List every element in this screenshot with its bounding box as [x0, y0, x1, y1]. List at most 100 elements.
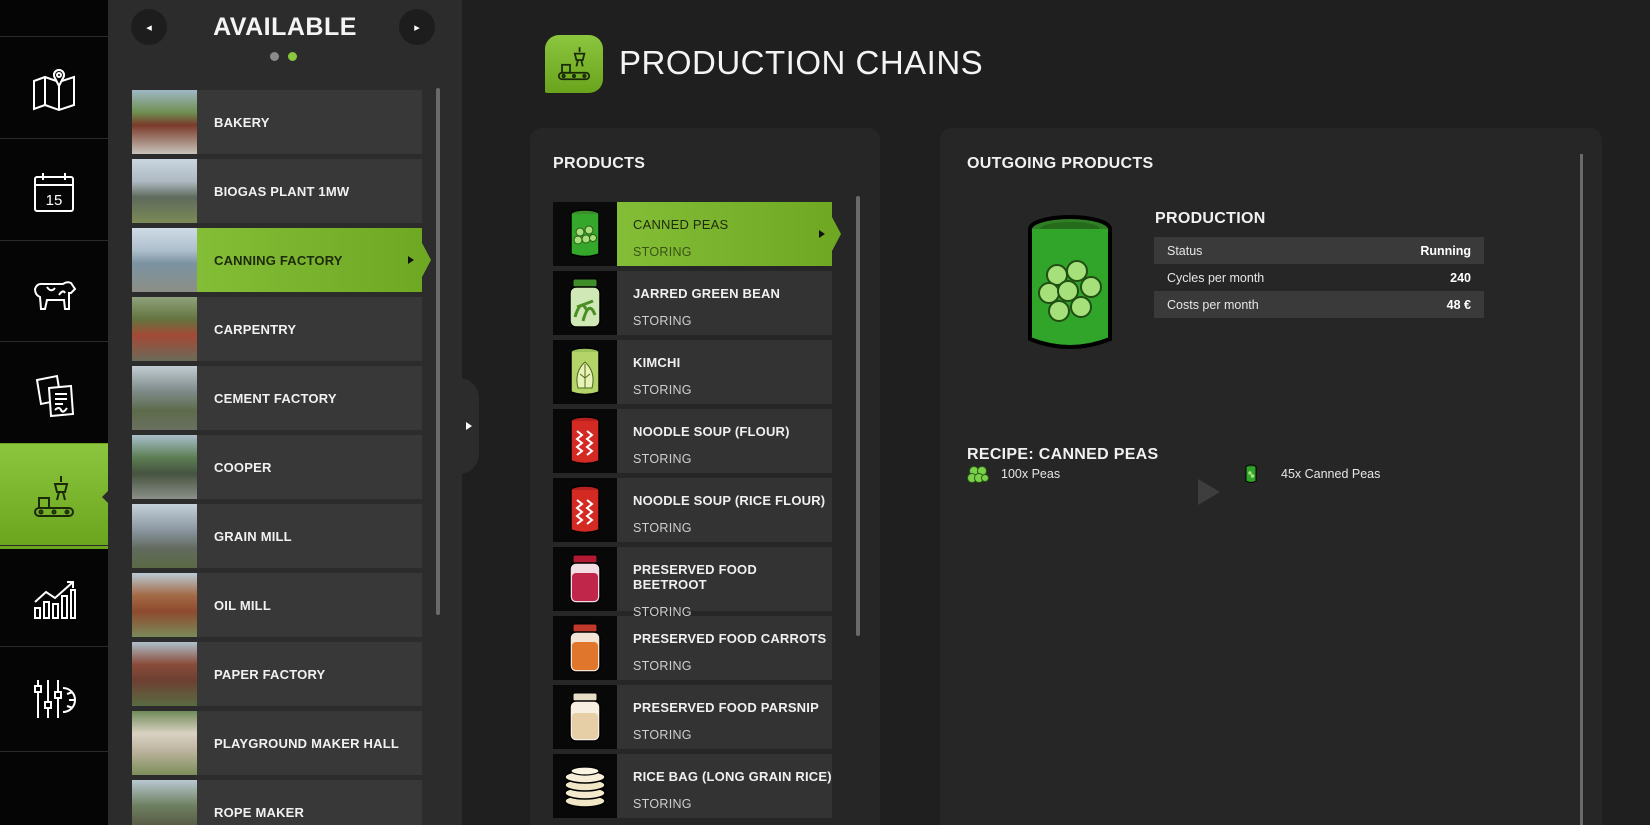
canned-peas-icon — [1245, 464, 1257, 483]
facility-item[interactable]: PAPER FACTORY — [132, 642, 422, 706]
facility-name: BIOGAS PLANT 1MW — [214, 183, 350, 199]
facility-thumbnail — [132, 366, 197, 430]
kimchi-icon — [570, 347, 600, 396]
facility-thumbnail — [132, 780, 197, 825]
selection-notch — [422, 243, 431, 277]
product-icon-box — [553, 616, 617, 680]
map-icon — [33, 68, 75, 111]
product-item[interactable]: PRESERVED FOOD BEETROOT STORING — [553, 547, 832, 619]
noodle-soup-icon — [570, 485, 600, 534]
stat-label: Status — [1167, 243, 1203, 258]
contracts-icon — [35, 374, 75, 417]
chevron-right-icon — [408, 256, 414, 264]
product-name: KIMCHI — [633, 355, 681, 370]
facility-item-active[interactable]: CANNING FACTORY — [132, 228, 431, 292]
nav-animals[interactable] — [0, 240, 108, 346]
facility-list-scrollbar[interactable] — [436, 88, 440, 615]
facility-item[interactable]: BAKERY — [132, 90, 422, 154]
product-status: STORING — [633, 245, 692, 259]
outgoing-products-panel: OUTGOING PRODUCTS PRODUCTION Status Runn… — [940, 128, 1602, 825]
stat-label: Cycles per month — [1167, 270, 1265, 285]
facility-name: ROPE MAKER — [214, 804, 305, 820]
preserved-beetroot-icon — [569, 554, 601, 604]
product-name: PRESERVED FOOD BEETROOT — [633, 562, 757, 592]
facility-name: CARPENTRY — [214, 321, 297, 337]
nav-settings[interactable] — [0, 646, 108, 752]
nav-production[interactable] — [0, 443, 109, 549]
products-panel: PRODUCTS CANNED PEAS STORING JARRED GREE… — [530, 128, 880, 825]
preserved-parsnip-icon — [569, 692, 601, 742]
jarred-green-bean-icon — [569, 278, 601, 328]
production-chains-icon — [545, 35, 603, 93]
selection-notch — [832, 217, 841, 251]
outgoing-products-title: OUTGOING PRODUCTS — [967, 155, 1154, 172]
product-name: NOODLE SOUP (FLOUR) — [633, 424, 790, 439]
rice-bag-icon — [564, 766, 606, 808]
production-icon — [34, 475, 74, 517]
facility-item[interactable]: GRAIN MILL — [132, 504, 422, 568]
next-page-button[interactable]: ▸ — [399, 9, 435, 45]
nav-map[interactable] — [0, 36, 108, 142]
production-title: PRODUCTION — [1155, 210, 1266, 227]
navigation-rail: 15 — [0, 0, 109, 825]
nav-statistics[interactable] — [0, 545, 108, 651]
facility-item[interactable]: BIOGAS PLANT 1MW — [132, 159, 422, 223]
page-dot[interactable] — [270, 52, 279, 61]
facility-name: BAKERY — [214, 114, 270, 130]
facility-name: PAPER FACTORY — [214, 666, 326, 682]
facility-name: COOPER — [214, 459, 272, 475]
product-item[interactable]: NOODLE SOUP (FLOUR) STORING — [553, 409, 832, 473]
product-item-active[interactable]: CANNED PEAS STORING — [553, 202, 841, 266]
recipe-input-label: 100x Peas — [1001, 467, 1061, 481]
production-cycles-row: Cycles per month 240 — [1154, 264, 1484, 291]
production-costs-row: Costs per month 48 € — [1154, 291, 1484, 318]
product-icon-box — [553, 754, 617, 818]
facility-item[interactable]: OIL MILL — [132, 573, 422, 637]
stat-value: 240 — [1450, 270, 1471, 285]
page-title: PRODUCTION CHAINS — [619, 44, 984, 81]
product-item[interactable]: JARRED GREEN BEAN STORING — [553, 271, 832, 335]
product-item[interactable]: NOODLE SOUP (RICE FLOUR) STORING — [553, 478, 832, 542]
page-dot-active[interactable] — [288, 52, 297, 61]
nav-contracts[interactable] — [0, 341, 108, 447]
chevron-right-icon — [819, 230, 825, 238]
cow-icon — [33, 280, 77, 310]
facility-thumbnail — [132, 228, 197, 292]
products-scrollbar[interactable] — [856, 196, 860, 636]
recipe-title: RECIPE: CANNED PEAS — [967, 446, 1159, 463]
outgoing-scrollbar[interactable] — [1580, 154, 1583, 825]
stat-label: Costs per month — [1167, 297, 1259, 312]
facility-item[interactable]: CEMENT FACTORY — [132, 366, 422, 430]
facility-thumbnail — [132, 90, 197, 154]
stat-value: 48 € — [1446, 297, 1471, 312]
production-status-row: Status Running — [1154, 237, 1484, 264]
facility-item[interactable]: CARPENTRY — [132, 297, 422, 361]
available-panel: ◂ AVAILABLE ▸ BAKERY BIOGAS PLANT 1MW CA… — [108, 0, 462, 825]
facility-name: CANNING FACTORY — [214, 252, 343, 268]
products-title: PRODUCTS — [553, 155, 646, 172]
recipe-output: 45x Canned Peas — [1245, 464, 1380, 484]
product-icon-box — [553, 685, 617, 749]
product-name: RICE BAG (LONG GRAIN RICE) — [633, 769, 832, 784]
facility-item[interactable]: ROPE MAKER — [132, 780, 422, 825]
product-name: PRESERVED FOOD CARROTS — [633, 631, 827, 646]
canned-peas-icon — [570, 209, 600, 258]
facility-thumbnail — [132, 159, 197, 223]
facility-item[interactable]: PLAYGROUND MAKER HALL — [132, 711, 422, 775]
facility-thumbnail — [132, 573, 197, 637]
product-item[interactable]: KIMCHI STORING — [553, 340, 832, 404]
product-item[interactable]: PRESERVED FOOD PARSNIP STORING — [553, 685, 832, 749]
facility-item[interactable]: COOPER — [132, 435, 422, 499]
product-item[interactable]: PRESERVED FOOD CARROTS STORING — [553, 616, 832, 680]
product-icon-box — [553, 271, 617, 335]
statistics-icon — [34, 580, 76, 619]
facility-thumbnail — [132, 504, 197, 568]
product-item[interactable]: RICE BAG (LONG GRAIN RICE) STORING — [553, 754, 832, 818]
facility-name: OIL MILL — [214, 597, 271, 613]
product-status: STORING — [633, 383, 692, 397]
collapse-panel-button[interactable] — [459, 378, 479, 474]
calendar-icon: 15 — [34, 172, 74, 212]
facility-thumbnail — [132, 435, 197, 499]
nav-calendar[interactable]: 15 — [0, 138, 108, 244]
product-status: STORING — [633, 728, 692, 742]
